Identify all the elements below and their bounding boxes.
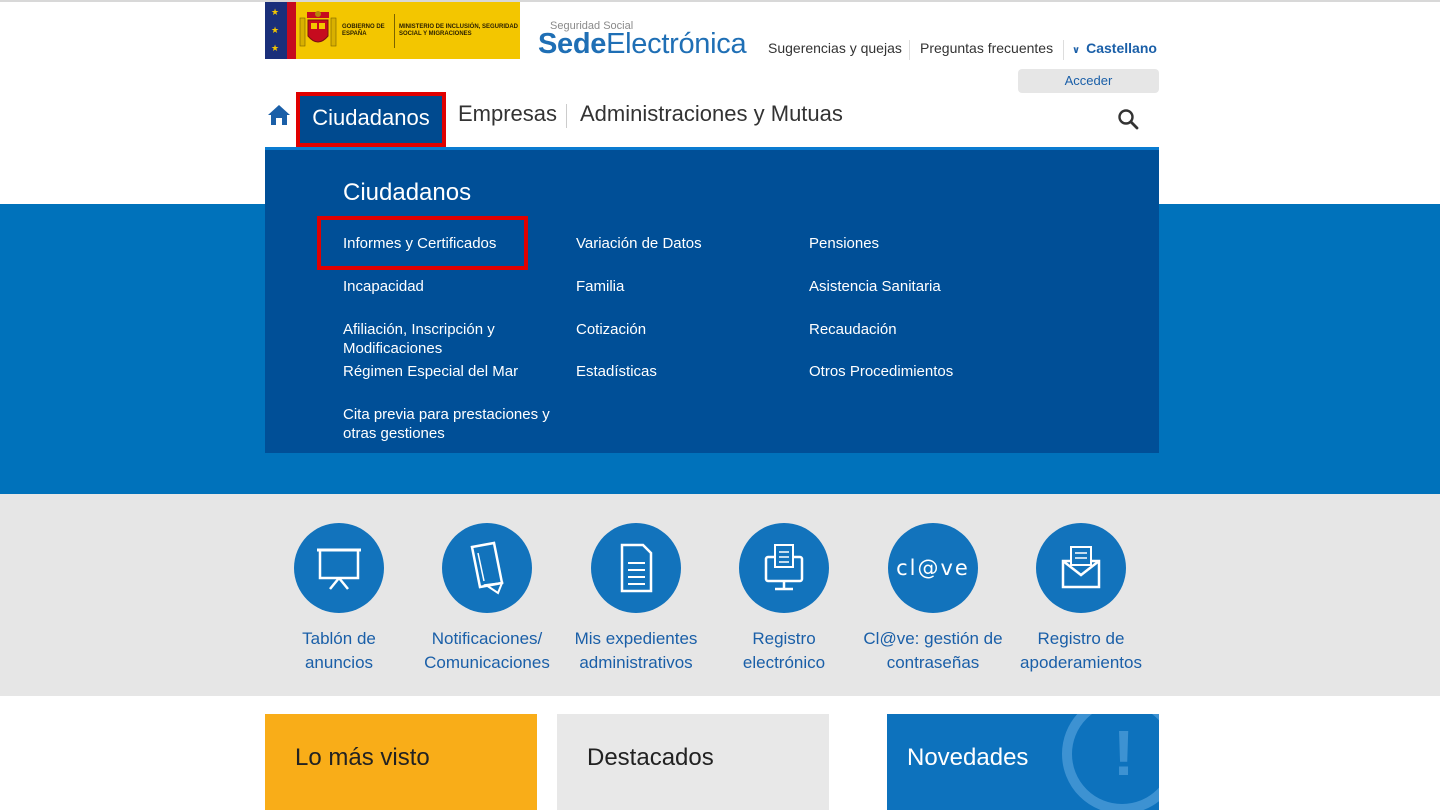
service-clave-button[interactable]: cl@ve <box>888 523 978 613</box>
board-icon <box>317 548 361 590</box>
service-expedientes-button[interactable] <box>591 523 681 613</box>
service-tablon-label[interactable]: Tablón de anuncios <box>264 627 414 675</box>
highlight-box <box>317 216 528 270</box>
menu-item-incapacidad[interactable]: Incapacidad <box>343 277 424 296</box>
service-label-line: apoderamientos <box>1020 653 1142 672</box>
top-border <box>0 0 1440 2</box>
service-label-line: Mis expedientes <box>574 629 698 648</box>
login-button[interactable]: Acceder <box>1018 69 1159 93</box>
government-logo[interactable]: ★ ★ ★ GOBIERNO DE ESPAÑA MINISTERIO DE I… <box>265 2 520 59</box>
service-label-line: Notificaciones/ <box>431 629 543 648</box>
language-label: Castellano <box>1086 40 1157 56</box>
card-title: Lo más visto <box>295 744 430 771</box>
ministry-name: MINISTERIO DE INCLUSIÓN, SEGURIDAD SOCIA… <box>399 24 519 37</box>
nav-tab-empresas[interactable]: Empresas <box>458 101 557 127</box>
service-label-line: Comunicaciones <box>424 653 550 672</box>
site-logo-rest: Electrónica <box>606 28 747 60</box>
link-separator <box>1063 40 1064 60</box>
suggestions-link[interactable]: Sugerencias y quejas <box>768 40 902 56</box>
service-tablon-button[interactable] <box>294 523 384 613</box>
language-selector[interactable]: ∨ Castellano <box>1072 40 1157 56</box>
chevron-down-icon: ∨ <box>1072 45 1081 56</box>
service-label-line: Registro de <box>1037 629 1125 648</box>
site-logo-bold: Sede <box>538 28 607 60</box>
info-circle-icon <box>1062 714 1159 810</box>
nav-tab-administraciones[interactable]: Administraciones y Mutuas <box>580 101 843 127</box>
flag-stripe <box>287 2 296 59</box>
exclamation-icon: ! <box>1113 717 1135 789</box>
menu-item-cita-previa[interactable]: Cita previa para prestaciones y otras ge… <box>343 405 563 443</box>
menu-item-estadisticas[interactable]: Estadísticas <box>576 362 657 381</box>
service-expedientes-label[interactable]: Mis expedientes administrativos <box>561 627 711 675</box>
site-logo[interactable]: SedeElectrónica <box>538 28 747 61</box>
service-notificaciones-button[interactable] <box>442 523 532 613</box>
envelope-icon <box>1061 546 1101 589</box>
menu-item-cotizacion[interactable]: Cotización <box>576 320 646 339</box>
card-title: Novedades <box>907 744 1029 771</box>
service-apoderamientos-button[interactable] <box>1036 523 1126 613</box>
service-clave-label[interactable]: Cl@ve: gestión de contraseñas <box>858 627 1008 675</box>
menu-item-variacion-datos[interactable]: Variación de Datos <box>576 234 702 253</box>
menu-item-afiliacion[interactable]: Afiliación, Inscripción y Modificaciones <box>343 320 543 358</box>
register-icon <box>764 544 804 591</box>
link-separator <box>909 40 910 60</box>
nav-separator <box>566 104 567 128</box>
service-label-line: Cl@ve: gestión de <box>863 629 1003 648</box>
card-lo-mas-visto[interactable]: Lo más visto <box>265 714 537 810</box>
service-notificaciones-label[interactable]: Notificaciones/Comunicaciones <box>412 627 562 675</box>
menu-item-asistencia-sanitaria[interactable]: Asistencia Sanitaria <box>809 277 941 296</box>
dropdown-title: Ciudadanos <box>343 179 472 206</box>
search-icon[interactable] <box>1117 108 1139 130</box>
service-apoderamientos-label[interactable]: Registro de apoderamientos <box>1006 627 1156 675</box>
government-name: GOBIERNO DE ESPAÑA <box>342 24 385 37</box>
service-label-line: contraseñas <box>886 653 980 672</box>
service-label-line: electrónico <box>742 653 826 672</box>
menu-item-otros-procedimientos[interactable]: Otros Procedimientos <box>809 362 953 381</box>
menu-item-regimen-mar[interactable]: Régimen Especial del Mar <box>343 362 518 381</box>
clave-icon: cl@ve <box>896 556 970 580</box>
logo-divider <box>394 14 395 48</box>
document-icon <box>620 543 653 593</box>
service-label-line: Registro <box>752 629 816 648</box>
menu-item-familia[interactable]: Familia <box>576 277 624 296</box>
eu-flag-icon: ★ ★ ★ <box>265 2 287 59</box>
coat-of-arms-icon <box>299 11 337 47</box>
nav-tab-ciudadanos[interactable]: Ciudadanos <box>296 92 446 147</box>
card-novedades[interactable]: ! Novedades <box>887 714 1159 810</box>
menu-item-pensiones[interactable]: Pensiones <box>809 234 879 253</box>
notification-icon <box>470 541 504 595</box>
service-registro-button[interactable] <box>739 523 829 613</box>
service-label-line: anuncios <box>304 653 374 672</box>
card-destacados[interactable]: Destacados <box>557 714 829 810</box>
service-label-line: administrativos <box>579 653 693 672</box>
card-title: Destacados <box>587 744 714 771</box>
home-icon[interactable] <box>267 103 291 127</box>
faq-link[interactable]: Preguntas frecuentes <box>920 40 1053 56</box>
menu-item-recaudacion[interactable]: Recaudación <box>809 320 897 339</box>
service-registro-label[interactable]: Registro electrónico <box>709 627 859 675</box>
service-label-line: Tablón de <box>302 629 376 648</box>
